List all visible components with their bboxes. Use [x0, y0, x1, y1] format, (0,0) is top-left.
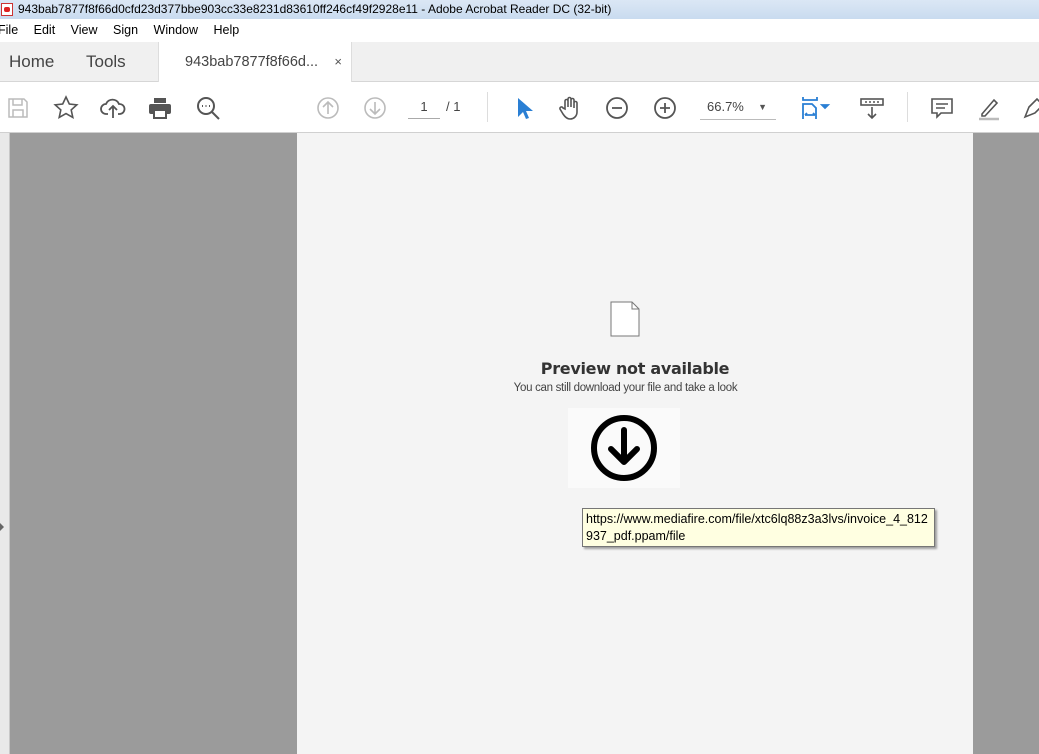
sign-pen-icon[interactable]	[1020, 94, 1039, 122]
tab-document[interactable]: 943bab7877f8f66d... ×	[158, 42, 352, 83]
menu-file[interactable]: File	[0, 19, 18, 42]
tab-tools[interactable]: Tools	[86, 42, 126, 82]
file-icon	[610, 301, 640, 337]
hand-tool-icon[interactable]	[556, 94, 584, 122]
window-title: 943bab7877f8f66d0cfd23d377bbe903cc33e823…	[18, 2, 612, 16]
comment-icon[interactable]	[928, 94, 956, 122]
tab-home[interactable]: Home	[9, 42, 54, 82]
close-tab-icon[interactable]: ×	[334, 42, 342, 82]
divider	[487, 92, 488, 122]
document-page: Preview not available You can still down…	[297, 133, 973, 754]
menu-sign[interactable]: Sign	[113, 19, 138, 42]
zoom-level-value: 66.7%	[707, 99, 744, 114]
zoom-out-icon[interactable]	[603, 94, 631, 122]
left-panel-toggle[interactable]	[0, 133, 10, 754]
divider	[907, 92, 908, 122]
menu-edit[interactable]: Edit	[34, 19, 56, 42]
preview-title: Preview not available	[540, 359, 730, 378]
menu-help[interactable]: Help	[214, 19, 240, 42]
title-bar: 943bab7877f8f66d0cfd23d377bbe903cc33e823…	[0, 0, 1039, 19]
link-tooltip: https://www.mediafire.com/file/xtc6lq88z…	[582, 508, 935, 547]
highlight-icon[interactable]	[975, 94, 1003, 122]
preview-subtitle: You can still download your file and tak…	[513, 382, 738, 394]
chevron-down-icon: ▼	[758, 102, 767, 112]
save-icon[interactable]	[4, 94, 32, 122]
previous-page-icon[interactable]	[314, 94, 342, 122]
expand-panel-icon[interactable]	[0, 523, 4, 531]
menu-view[interactable]: View	[71, 19, 98, 42]
download-button[interactable]	[568, 408, 680, 488]
scroll-mode-icon[interactable]	[858, 94, 886, 122]
zoom-in-icon[interactable]	[651, 94, 679, 122]
menu-bar: File Edit View Sign Window Help	[0, 19, 1039, 42]
toolbar: 1 / 1 66.7% ▼	[0, 82, 1039, 133]
next-page-icon[interactable]	[361, 94, 389, 122]
select-cursor-icon[interactable]	[509, 94, 537, 122]
star-icon[interactable]	[52, 94, 80, 122]
page-total: / 1	[446, 99, 461, 114]
tab-document-label: 943bab7877f8f66d...	[185, 54, 319, 70]
tab-bar: Home Tools 943bab7877f8f66d... ×	[0, 42, 1039, 83]
search-zoom-icon[interactable]	[194, 94, 222, 122]
zoom-level-dropdown[interactable]: 66.7% ▼	[700, 95, 776, 120]
print-icon[interactable]	[146, 94, 174, 122]
fit-page-icon[interactable]	[798, 94, 838, 122]
menu-window[interactable]: Window	[154, 19, 198, 42]
download-icon	[591, 415, 657, 481]
acrobat-app-icon	[1, 3, 13, 16]
page-number-input[interactable]: 1	[408, 97, 440, 119]
upload-cloud-icon[interactable]	[99, 94, 127, 122]
